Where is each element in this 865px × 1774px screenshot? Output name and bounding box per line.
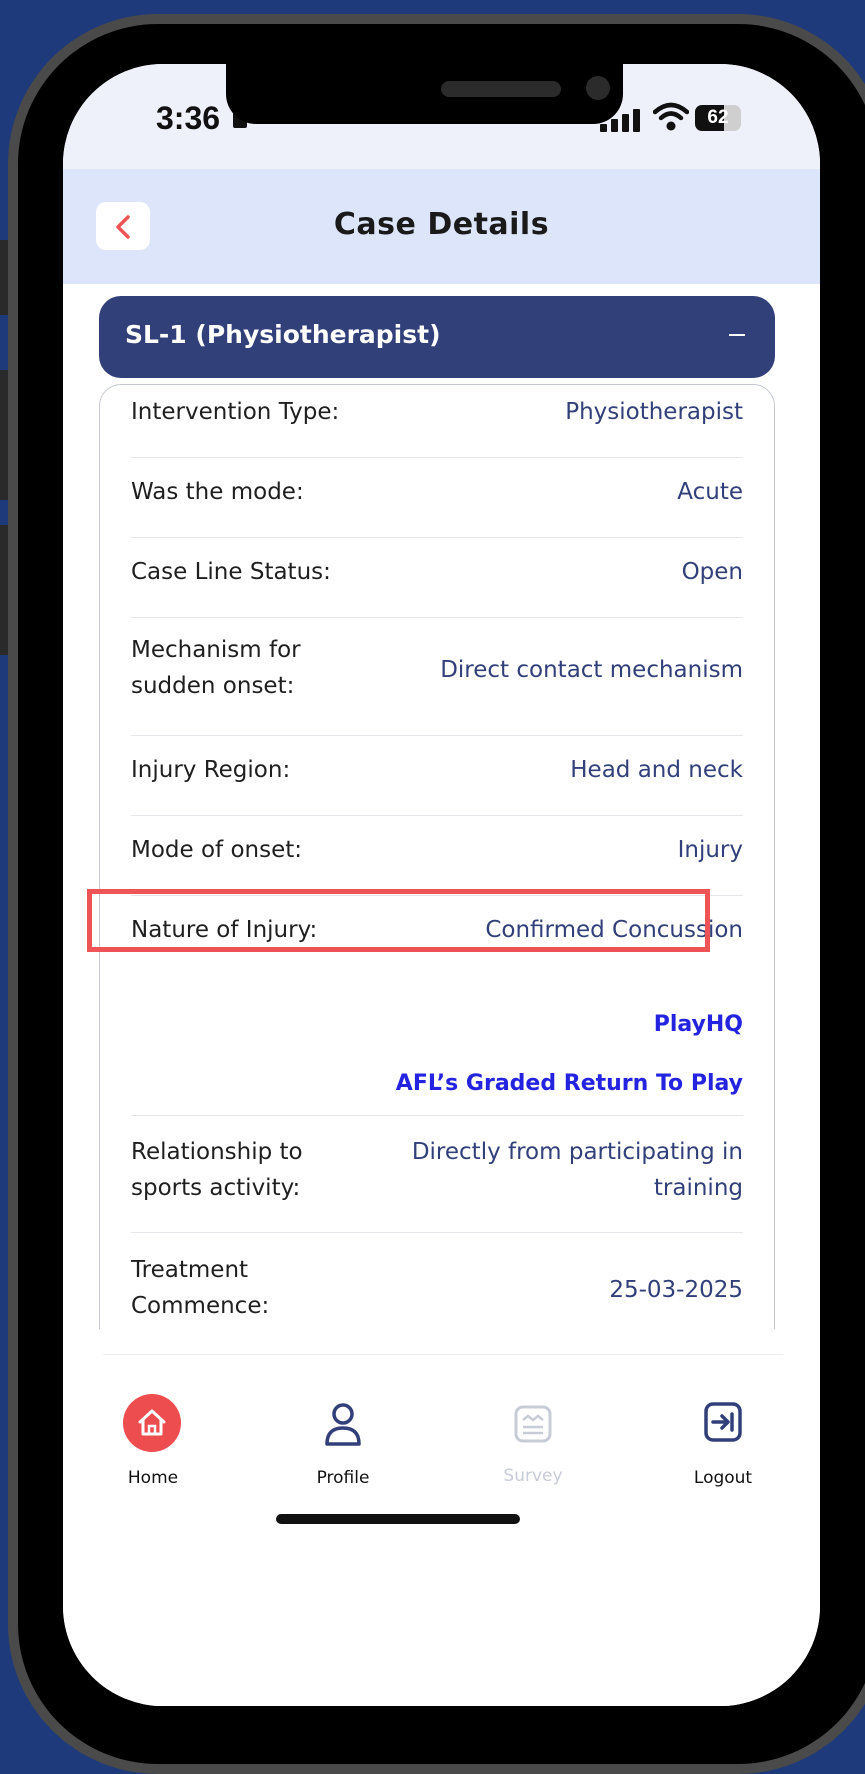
- notch: [226, 64, 623, 124]
- playhq-link[interactable]: PlayHQ: [654, 1012, 743, 1037]
- detail-row: Relationship to sports activity: Directl…: [131, 1134, 743, 1210]
- divider: [131, 537, 743, 538]
- detail-row: Case Line Status: Open: [131, 554, 743, 590]
- page-title: Case Details: [333, 207, 550, 242]
- nav-profile-label: Profile: [316, 1468, 370, 1488]
- detail-row: Injury Region: Head and neck: [131, 752, 743, 788]
- afl-graded-return-link[interactable]: AFL’s Graded Return To Play: [396, 1071, 743, 1096]
- case-line-title: SL-1 (Physiotherapist): [125, 320, 441, 349]
- case-line-accordion-header[interactable]: SL-1 (Physiotherapist): [99, 296, 775, 378]
- detail-row: Mechanism for sudden onset: Direct conta…: [131, 632, 743, 708]
- divider: [131, 1115, 743, 1116]
- nav-home-label: Home: [127, 1468, 179, 1488]
- row-label: Mechanism for sudden onset:: [131, 637, 301, 699]
- header: Case Details: [63, 169, 820, 284]
- battery-icon: 62: [695, 105, 741, 131]
- detail-row: Mode of onset: Injury: [131, 832, 743, 868]
- row-value: Head and neck: [570, 757, 743, 783]
- nav-survey-label: Survey: [503, 1466, 563, 1486]
- detail-row: Was the mode: Acute: [131, 474, 743, 510]
- scroll-fade: [63, 1329, 820, 1354]
- nav-logout-label: Logout: [693, 1468, 753, 1488]
- detail-row: Intervention Type: Physiotherapist: [131, 394, 743, 430]
- bottom-nav: Home Profile Survey Logout: [63, 1354, 820, 1706]
- row-value: Acute: [677, 479, 743, 505]
- camera: [586, 76, 610, 100]
- row-label: Intervention Type:: [131, 399, 340, 425]
- profile-icon: [325, 1403, 361, 1446]
- home-icon: [138, 1409, 166, 1436]
- divider: [131, 815, 743, 816]
- logout-icon: [704, 1402, 742, 1442]
- collapse-icon: [729, 334, 745, 336]
- row-value: Injury: [677, 837, 743, 863]
- row-value: 25-03-2025: [609, 1277, 743, 1303]
- row-value: Directly from participating in training: [411, 1139, 743, 1201]
- row-value: Open: [681, 559, 743, 585]
- row-label: Case Line Status:: [131, 559, 331, 585]
- battery-percent: 62: [707, 107, 729, 128]
- divider: [131, 735, 743, 736]
- speaker: [441, 81, 561, 97]
- detail-row: Treatment Commence: 25-03-2025: [131, 1252, 743, 1328]
- screen: 3:36 62 Case Details SL-1 (Physiotherapi…: [63, 64, 820, 1706]
- row-label: Was the mode:: [131, 479, 304, 505]
- nav-separator: [103, 1354, 783, 1355]
- divider: [131, 617, 743, 618]
- home-indicator: [276, 1514, 520, 1524]
- divider: [131, 1232, 743, 1233]
- survey-icon: [514, 1405, 552, 1443]
- wifi-icon: [653, 102, 689, 131]
- row-value: Direct contact mechanism: [440, 657, 743, 683]
- row-label: Mode of onset:: [131, 837, 303, 863]
- row-label: Treatment Commence:: [131, 1257, 270, 1319]
- divider: [131, 457, 743, 458]
- status-time: 3:36: [156, 100, 221, 136]
- highlight-box: [87, 889, 710, 952]
- row-value: Physiotherapist: [565, 399, 743, 425]
- row-label: Injury Region:: [131, 757, 291, 783]
- row-label: Relationship to sports activity:: [131, 1139, 303, 1201]
